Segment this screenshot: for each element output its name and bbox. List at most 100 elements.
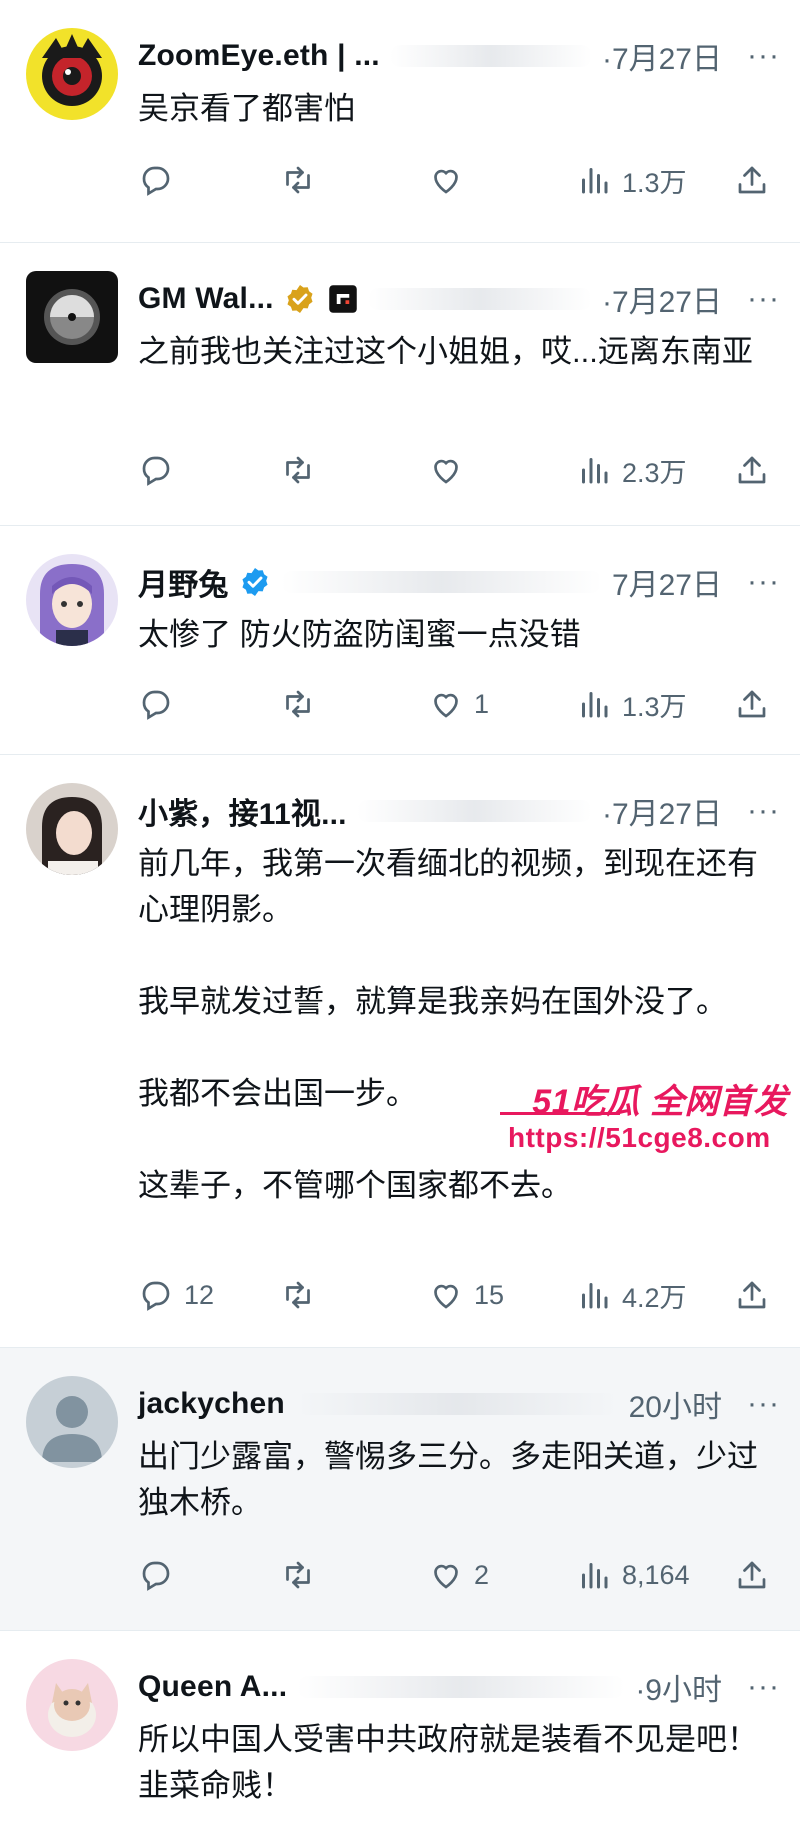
views-button[interactable]: 4.2万: [576, 1276, 726, 1315]
avatar-cat-image: [26, 1659, 118, 1751]
like-button[interactable]: 2: [428, 1557, 576, 1593]
retweet-button[interactable]: [280, 1557, 428, 1593]
reply-icon: [142, 1561, 170, 1591]
tweet-paragraph: 出门少露富，警惕多三分。多走阳关道，少过独木桥。: [138, 1439, 758, 1520]
more-icon[interactable]: ···: [736, 1389, 780, 1419]
timestamp[interactable]: ·7月27日: [602, 789, 722, 833]
views-button[interactable]: 2.3万: [576, 451, 726, 490]
views-button[interactable]: 8,164: [576, 1557, 726, 1593]
tweet-text: 吴京看了都害怕: [138, 86, 770, 132]
tweet-paragraph: 我早就发过誓，就算是我亲妈在国外没了。: [138, 984, 727, 1019]
views-icon: [582, 1283, 608, 1309]
tweet-text: 之前我也关注过这个小姐姐，哎...远离东南亚: [138, 329, 770, 375]
tweet-card[interactable]: Queen A... ·9小时 ··· 所以中国人受害中共政府就是装看不见是吧！…: [0, 1631, 800, 1833]
timestamp[interactable]: ·7月27日: [602, 34, 722, 78]
reply-count: 12: [184, 1279, 215, 1310]
reply-button[interactable]: [138, 162, 280, 198]
tweet-card[interactable]: 月野兔 7月27日 ··· 太惨了 防火防盗防闺蜜一点没错 1 1.3万: [0, 526, 800, 755]
retweet-button[interactable]: [280, 1277, 428, 1313]
views-count: 1.3万: [622, 167, 687, 198]
retweet-button[interactable]: [280, 452, 428, 488]
timestamp[interactable]: 20小时: [629, 1382, 722, 1426]
tweet-paragraph: 之前我也关注过这个小姐姐，哎...远离东南亚: [138, 334, 753, 369]
redacted-handle: [367, 288, 592, 310]
like-count: 2: [474, 1559, 490, 1590]
more-icon[interactable]: ···: [736, 1672, 780, 1702]
share-button[interactable]: [734, 162, 770, 198]
tweet-text: 太惨了 防火防盗防闺蜜一点没错: [138, 612, 770, 658]
retweet-icon: [286, 166, 310, 194]
redacted-handle: [294, 1393, 619, 1415]
display-name[interactable]: GM Wal...: [138, 282, 274, 316]
avatar[interactable]: [26, 271, 118, 363]
views-button[interactable]: 1.3万: [576, 685, 726, 724]
tweet-paragraph: 前几年，我第一次看缅北的视频，到现在还有心理阴影。: [138, 846, 758, 927]
tweet-card[interactable]: jackychen 20小时 ··· 出门少露富，警惕多三分。多走阳关道，少过独…: [0, 1348, 800, 1631]
more-icon[interactable]: ···: [736, 567, 780, 597]
timestamp[interactable]: ·9小时: [635, 1665, 722, 1709]
tweet-header: ZoomEye.eth | ... ·7月27日 ···: [138, 34, 780, 78]
more-icon[interactable]: ···: [736, 284, 780, 314]
views-button[interactable]: 1.3万: [576, 161, 726, 200]
views-count: 2.3万: [622, 457, 687, 488]
like-button[interactable]: [428, 452, 576, 488]
action-bar: 12 15 4.2万: [138, 1273, 770, 1317]
timestamp[interactable]: ·7月27日: [602, 277, 722, 321]
reply-button[interactable]: [138, 686, 280, 722]
reply-icon: [142, 166, 170, 196]
retweet-button[interactable]: [280, 162, 428, 198]
tweet-paragraph: 我都不会出国一步。: [138, 1076, 417, 1111]
reply-icon: [142, 456, 170, 486]
display-name[interactable]: 月野兔: [138, 560, 229, 604]
reply-button[interactable]: [138, 452, 280, 488]
display-name[interactable]: Queen A...: [138, 1670, 287, 1704]
share-button[interactable]: [734, 1557, 770, 1593]
like-icon: [434, 459, 458, 484]
views-icon: [582, 168, 608, 194]
tweet-paragraph: 这辈子，不管哪个国家都不去。: [138, 1168, 572, 1203]
reply-button[interactable]: 12: [138, 1277, 280, 1313]
redacted-handle: [280, 571, 602, 593]
views-count: 1.3万: [622, 691, 687, 722]
tweet-header: 小紫，接11视... ·7月27日 ···: [138, 789, 780, 833]
reply-button[interactable]: [138, 1557, 280, 1593]
tweet-header: 月野兔 7月27日 ···: [138, 560, 780, 604]
like-count: 1: [474, 688, 490, 719]
share-button[interactable]: [734, 1277, 770, 1313]
like-icon: [434, 693, 458, 718]
share-button[interactable]: [734, 686, 770, 722]
avatar[interactable]: [26, 1659, 118, 1751]
like-button[interactable]: 15: [428, 1277, 576, 1313]
tweet-paragraph: 吴京看了都害怕: [138, 91, 355, 126]
action-bar: 1 1.3万: [138, 682, 770, 726]
display-name[interactable]: jackychen: [138, 1387, 285, 1421]
avatar[interactable]: [26, 554, 118, 646]
tweet-card[interactable]: 小紫，接11视... ·7月27日 ··· 前几年，我第一次看缅北的视频，到现在…: [0, 755, 800, 1348]
tweet-card[interactable]: GM Wal... ·7月27日 ··· 之前我也关注过这个小姐姐，哎...远离…: [0, 243, 800, 526]
share-icon: [738, 1561, 766, 1589]
avatar[interactable]: [26, 28, 118, 120]
tweet-card[interactable]: ZoomEye.eth | ... ·7月27日 ··· 吴京看了都害怕 1.3…: [0, 0, 800, 243]
avatar[interactable]: [26, 1376, 118, 1468]
redacted-handle: [297, 1676, 626, 1698]
retweet-icon: [286, 690, 310, 718]
tweet-paragraph: 太惨了 防火防盗防闺蜜一点没错: [138, 617, 581, 652]
affiliate-logo-icon: [328, 284, 358, 314]
display-name[interactable]: ZoomEye.eth | ...: [138, 39, 380, 73]
more-icon[interactable]: ···: [736, 796, 780, 826]
display-name[interactable]: 小紫，接11视...: [138, 789, 347, 833]
timestamp[interactable]: 7月27日: [612, 560, 722, 604]
avatar[interactable]: [26, 783, 118, 875]
retweet-button[interactable]: [280, 686, 428, 722]
reply-icon: [142, 690, 170, 720]
like-button[interactable]: 1: [428, 686, 576, 722]
like-button[interactable]: [428, 162, 576, 198]
redacted-handle: [389, 45, 592, 67]
views-icon: [582, 1563, 608, 1589]
retweet-icon: [286, 1281, 310, 1309]
tweet-text: 所以中国人受害中共政府就是装看不见是吧！韭菜命贱！: [138, 1717, 770, 1809]
share-button[interactable]: [734, 452, 770, 488]
more-icon[interactable]: ···: [736, 41, 780, 71]
retweet-icon: [286, 456, 310, 484]
avatar-disc-image: [26, 271, 118, 363]
